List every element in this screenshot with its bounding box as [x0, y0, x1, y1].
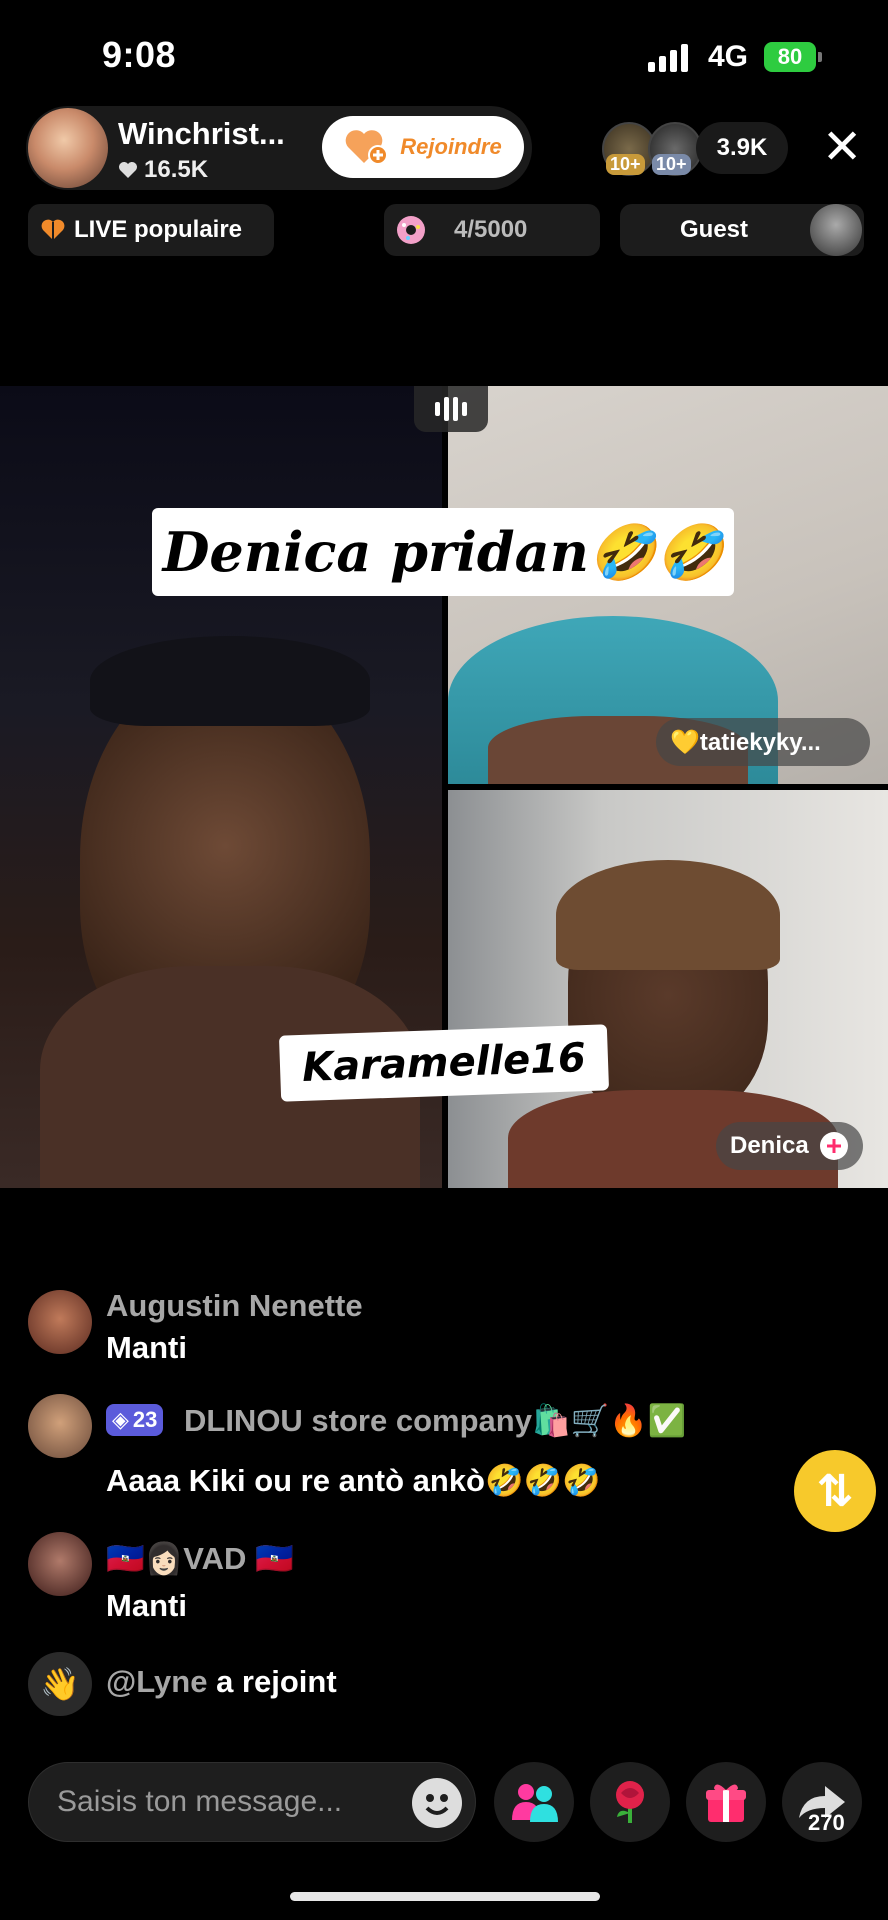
- popular-live-chip[interactable]: LIVE populaire: [28, 204, 274, 256]
- join-label: Rejoindre: [400, 134, 502, 159]
- heart-icon: [119, 162, 137, 178]
- viewer-badge-2: 10+: [652, 154, 691, 175]
- wave-icon: 👋: [28, 1652, 92, 1716]
- multi-guest-button[interactable]: [494, 1762, 574, 1842]
- chat-avatar[interactable]: [28, 1532, 92, 1596]
- join-notice-user[interactable]: @Lyne: [106, 1664, 207, 1699]
- guest-name-tag-bottom[interactable]: Denica: [716, 1122, 863, 1170]
- title-banner: Denica pridan🤣🤣: [152, 508, 734, 596]
- popular-label: LIVE populaire: [74, 216, 243, 243]
- status-time: 9:08: [102, 34, 177, 75]
- gift-icon: [706, 1784, 746, 1822]
- level-number: 23: [132, 1407, 158, 1432]
- join-notice-text: a rejoint: [216, 1664, 337, 1699]
- host-name[interactable]: Winchrist...: [118, 116, 285, 152]
- follow-plus-icon[interactable]: [819, 1131, 849, 1161]
- gift-progress: 4/5000: [454, 216, 528, 243]
- likes-count: 16.5K: [144, 156, 209, 183]
- guest-avatar[interactable]: [810, 204, 862, 256]
- gift-button[interactable]: [686, 1762, 766, 1842]
- chat-message: Manti: [106, 1330, 187, 1365]
- host-likes: 16.5K: [118, 156, 208, 184]
- guest-label: Guest: [680, 216, 749, 243]
- level-badge: ◈ 23: [106, 1404, 164, 1436]
- signal-icon: [648, 44, 688, 72]
- network-label: 4G: [708, 40, 749, 73]
- heart-icon: [41, 219, 65, 240]
- guest-name-tag-top[interactable]: 💛tatiekyky...: [656, 718, 870, 766]
- viewer-badge-1: 10+: [606, 154, 645, 175]
- diamond-icon: ◈: [112, 1407, 129, 1432]
- join-notice: @Lyne a rejoint: [106, 1664, 337, 1700]
- repost-icon[interactable]: ⇅: [794, 1450, 876, 1532]
- close-icon[interactable]: ✕: [822, 124, 862, 172]
- message-input[interactable]: Saisis ton message...: [28, 1762, 476, 1842]
- gift-progress-chip[interactable]: 4/5000: [384, 204, 600, 256]
- donut-icon: [397, 216, 425, 244]
- guest-name: Denica: [730, 1132, 809, 1159]
- chat-avatar[interactable]: [28, 1290, 92, 1354]
- chat-avatar[interactable]: [28, 1394, 92, 1458]
- host-name-banner: Karamelle16: [278, 1024, 610, 1102]
- emoji-icon[interactable]: [412, 1778, 462, 1828]
- layout-toggle-button[interactable]: [414, 386, 488, 432]
- people-icon: [512, 1784, 558, 1822]
- chat-message: Aaaa Kiki ou re antò ankò🤣🤣🤣: [106, 1463, 601, 1498]
- rose-icon: [616, 1781, 644, 1823]
- rose-button[interactable]: [590, 1762, 670, 1842]
- viewer-count[interactable]: 3.9K: [696, 122, 788, 174]
- home-indicator[interactable]: [290, 1892, 600, 1901]
- chat-username[interactable]: Augustin Nenette: [106, 1288, 363, 1324]
- host-avatar[interactable]: [28, 108, 108, 188]
- battery-indicator: 80: [764, 42, 816, 72]
- heart-plus-icon: [345, 130, 389, 165]
- battery-tip: [818, 52, 822, 62]
- chat-message: Manti: [106, 1588, 187, 1623]
- join-button[interactable]: Rejoindre: [322, 116, 524, 178]
- message-placeholder: Saisis ton message...: [57, 1785, 343, 1818]
- chat-username[interactable]: DLINOU store company🛍️🛒🔥✅: [184, 1402, 686, 1439]
- chat-username[interactable]: 🇭🇹👩🏻VAD 🇭🇹: [106, 1540, 294, 1577]
- share-count: 270: [808, 1810, 845, 1835]
